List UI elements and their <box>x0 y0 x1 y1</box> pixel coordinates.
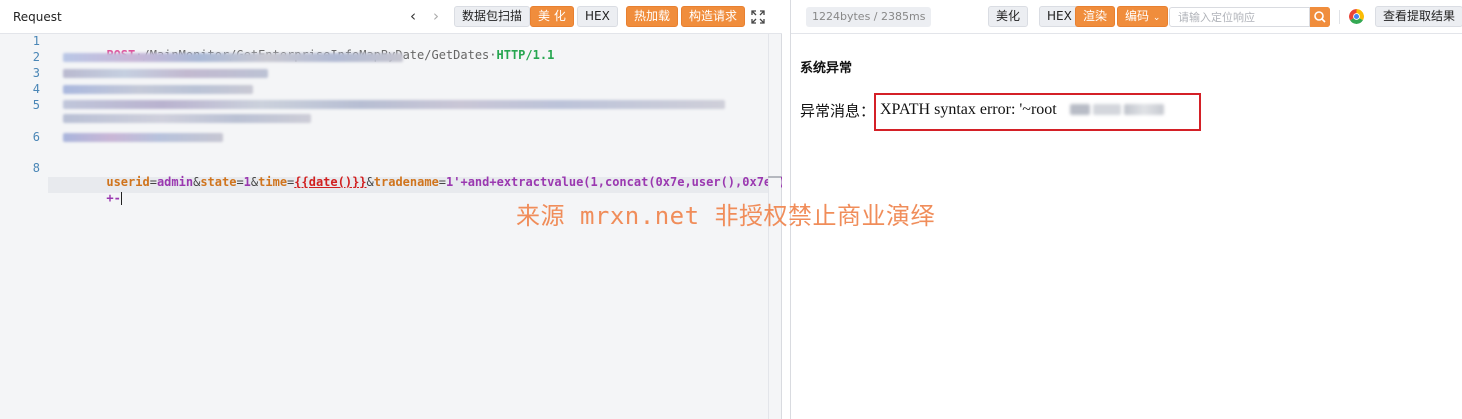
search-icon[interactable] <box>1310 7 1330 27</box>
encoding-label: 编码 <box>1125 9 1150 23</box>
param-key: state <box>200 175 237 189</box>
render-button[interactable]: 渲染 <box>1075 6 1116 27</box>
hotload-button[interactable]: 热加载 <box>626 6 679 27</box>
watermark-text: 来源 mrxn.net 非授权禁止商业演绎 <box>516 202 935 230</box>
line-number: 4 <box>32 82 40 96</box>
line-number: 5 <box>32 98 40 112</box>
line-number: 2 <box>32 50 40 64</box>
view-extract-results-button[interactable]: 查看提取结果 <box>1375 6 1462 27</box>
param-key: tradename <box>373 175 439 189</box>
response-beautify-button[interactable]: 美化 <box>988 6 1029 27</box>
response-toolbar: 1224bytes / 2385ms 美化 HEX 渲染 编码 ⌄ 查看提取结果 <box>791 0 1462 34</box>
toolbar-separator <box>1339 10 1340 24</box>
hex-button[interactable]: HEX <box>577 6 618 27</box>
response-stats: 1224bytes / 2385ms <box>806 7 932 27</box>
request-toolbar: Request ‹ › 数据包扫描 美 化 HEX 热加载 构造请求 <box>0 0 782 34</box>
error-message-label: 异常消息： <box>800 102 876 120</box>
beautify-button[interactable]: 美 化 <box>530 6 574 27</box>
http-protocol: HTTP/1.1 <box>496 48 555 62</box>
param-value: admin <box>156 175 194 189</box>
packet-scan-button[interactable]: 数据包扫描 <box>454 6 531 27</box>
response-heading: 系统异常 <box>800 61 853 76</box>
template-variable: {{date()}} <box>294 175 367 189</box>
request-body-wrap: +- <box>63 177 122 219</box>
chevron-left-icon[interactable]: ‹ <box>404 7 422 27</box>
request-title: Request <box>13 10 62 24</box>
payload-tail: +- <box>106 191 121 205</box>
construct-request-button[interactable]: 构造请求 <box>681 6 746 27</box>
line-number: 8 <box>32 161 40 175</box>
line-number: 3 <box>32 66 40 80</box>
response-hex-button[interactable]: HEX <box>1039 6 1080 27</box>
line-number: 1 <box>32 34 40 48</box>
chevron-right-icon[interactable]: › <box>427 7 445 27</box>
injection-payload: 1'+and+extractvalue(1,concat(0x7e,user()… <box>446 175 801 189</box>
scrollbar-marker <box>768 176 781 178</box>
param-key: time <box>258 175 288 189</box>
chrome-browser-icon[interactable] <box>1349 9 1364 24</box>
expand-icon[interactable] <box>750 9 766 25</box>
text-cursor <box>120 192 122 205</box>
encoding-dropdown[interactable]: 编码 ⌄ <box>1117 6 1169 27</box>
line-number: 6 <box>32 130 40 144</box>
error-message-text: XPATH syntax error: '~root <box>880 101 1057 118</box>
chevron-down-icon: ⌄ <box>1152 13 1161 23</box>
locate-response-input[interactable] <box>1169 7 1310 27</box>
param-value: 1 <box>243 175 251 189</box>
